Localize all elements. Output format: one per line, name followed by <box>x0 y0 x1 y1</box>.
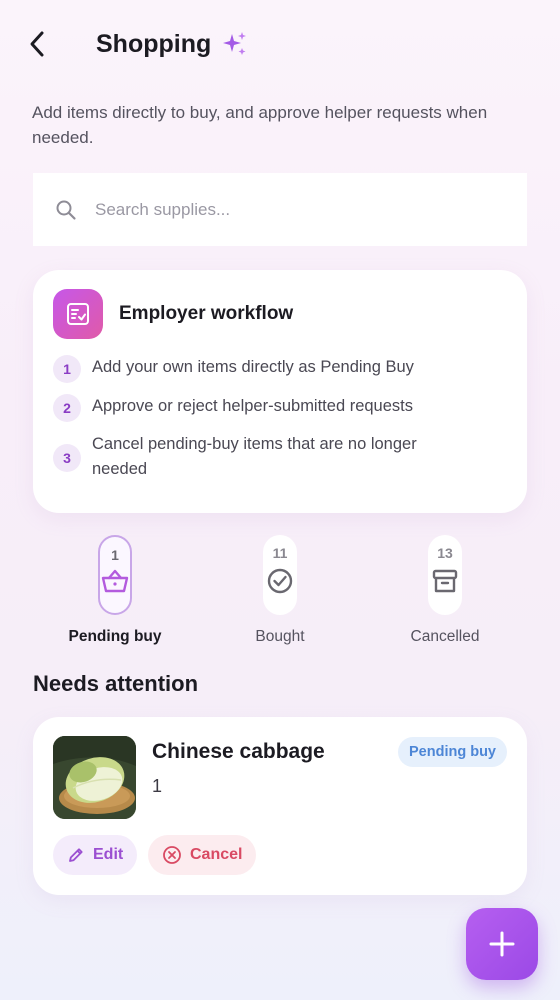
archive-box-icon <box>432 569 458 593</box>
item-name: Chinese cabbage <box>152 740 325 763</box>
edit-button[interactable]: Edit <box>53 835 138 875</box>
workflow-title: Employer workflow <box>119 303 294 324</box>
tab-cancelled[interactable]: 13 Cancelled <box>375 535 515 646</box>
workflow-card: Employer workflow 1 Add your own items d… <box>33 270 527 513</box>
step-text: Approve or reject helper-submitted reque… <box>92 397 413 415</box>
cancel-label: Cancel <box>190 846 243 863</box>
tab-bought[interactable]: 11 Bought <box>210 535 350 646</box>
step-number: 1 <box>53 355 81 383</box>
step-text: Cancel pending-buy items that are no lon… <box>92 435 417 478</box>
search-input[interactable] <box>95 199 475 220</box>
workflow-step: 1 Add your own items directly as Pending… <box>53 355 503 383</box>
step-text: Add your own items directly as Pending B… <box>92 358 414 376</box>
workflow-header: Employer workflow <box>53 289 293 339</box>
checklist-icon <box>53 289 103 339</box>
item-card[interactable]: Chinese cabbage 1 Pending buy Edit Cance… <box>33 717 527 895</box>
tab-label: Bought <box>255 628 305 645</box>
tab-pending-buy[interactable]: 1 Pending buy <box>45 535 185 646</box>
step-number: 2 <box>53 394 81 422</box>
section-title: Needs attention <box>33 671 199 696</box>
workflow-step: 2 Approve or reject helper-submitted req… <box>53 394 503 422</box>
step-number: 3 <box>53 444 81 472</box>
chevron-left-icon <box>30 31 44 57</box>
add-item-button[interactable] <box>466 908 538 980</box>
tab-pill: 1 <box>98 535 132 615</box>
workflow-step: 3 Cancel pending-buy items that are no l… <box>53 432 503 482</box>
item-quantity: 1 <box>152 776 163 796</box>
status-tabs: 1 Pending buy 11 Bought 13 Cancelled <box>33 535 527 650</box>
tab-count: 11 <box>272 545 288 561</box>
page-subtitle: Add items directly to buy, and approve h… <box>32 103 488 147</box>
cancel-button[interactable]: Cancel <box>148 835 257 875</box>
pencil-icon <box>69 848 83 862</box>
basket-icon <box>101 569 129 593</box>
x-circle-icon <box>163 846 181 864</box>
tab-pill: 11 <box>263 535 297 615</box>
back-button[interactable] <box>22 22 54 66</box>
status-badge: Pending buy <box>398 737 507 767</box>
search-icon <box>56 200 76 220</box>
item-thumbnail <box>53 736 136 819</box>
search-bar[interactable] <box>33 173 527 246</box>
sparkle-icon <box>221 30 249 58</box>
tab-count: 1 <box>111 547 119 563</box>
tab-count: 13 <box>437 545 453 561</box>
page-title: Shopping <box>96 29 212 58</box>
tab-label: Pending buy <box>68 628 162 645</box>
edit-label: Edit <box>93 846 124 863</box>
tab-label: Cancelled <box>410 628 480 645</box>
header: Shopping <box>22 22 538 66</box>
tab-pill: 13 <box>428 535 462 615</box>
plus-icon <box>489 931 515 957</box>
check-circle-icon <box>267 568 293 594</box>
